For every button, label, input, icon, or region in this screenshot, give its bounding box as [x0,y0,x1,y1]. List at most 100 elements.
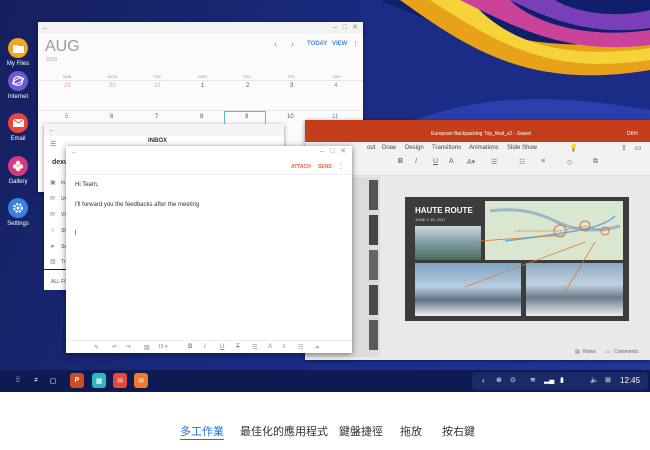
comments-button[interactable]: ▭ [605,349,610,355]
align-icon[interactable]: ☷ [298,344,303,351]
attach-button[interactable]: ATTACH [291,164,311,170]
powerpoint-icon[interactable]: P [70,373,84,388]
view-button[interactable]: VIEW [332,41,347,47]
tab-multitasking[interactable]: 多工作業 [180,423,224,440]
notes-button[interactable]: ▤ [575,349,580,355]
image-icon[interactable]: ▨ [144,344,150,351]
calendar-day[interactable]: 10 [287,114,294,120]
calendar-icon[interactable]: ▦ [92,373,106,388]
more-icon[interactable]: ⋮ [352,40,359,48]
dock-my-files[interactable]: My Files [0,38,36,67]
send-button[interactable]: SEND [318,164,332,170]
share-icon[interactable]: ⇪ [621,144,627,152]
calendar-day[interactable]: 2 [246,83,249,89]
minimize-icon[interactable]: – [320,146,324,158]
dock-gallery[interactable]: Gallery [0,156,36,185]
strikethrough-icon[interactable]: T [236,344,240,350]
chevron-right-icon[interactable]: › [291,39,294,49]
slide-thumbnail[interactable] [369,250,378,280]
more-icon[interactable]: ⋮ [338,163,344,170]
slide-thumbnail[interactable] [369,180,378,210]
calendar-day[interactable]: 8 [200,114,203,120]
wifi-icon[interactable]: ≋ [530,376,536,384]
ribbon-tab-layout[interactable]: out [367,145,375,151]
chevron-left-icon[interactable]: ‹ [482,376,485,385]
highlight-icon[interactable]: A▾ [467,158,475,166]
sound-icon[interactable]: 🔈 [590,376,599,384]
signal-icon[interactable]: ▂▄ [544,376,554,384]
today-button[interactable]: TODAY [307,41,327,47]
undo-icon[interactable]: ↶ [112,344,117,351]
maximize-icon[interactable]: □ [331,146,335,158]
maximize-icon[interactable]: □ [343,22,347,34]
folder-item[interactable]: In [61,180,65,186]
bold-icon[interactable]: B [188,344,192,350]
email-body[interactable]: I'll forward you the feedbacks after the… [75,202,199,208]
slide-thumbnail[interactable] [369,320,378,350]
bullets-icon[interactable]: ☰ [491,158,497,166]
back-arrow-icon[interactable]: ← [42,25,49,32]
font-size-dropdown[interactable]: 10 ▾ [158,344,167,350]
pen-icon[interactable]: ✎ [94,344,99,351]
keyboard-icon[interactable]: ⊞ [605,376,611,384]
list-icon[interactable]: ☰ [252,344,257,351]
arrange-icon[interactable]: ⧉ [593,158,598,166]
ribbon-tab-transitions[interactable]: Transitions [432,145,461,151]
email-icon[interactable]: ✉ [113,373,127,388]
italic-icon[interactable]: I [415,158,417,165]
slide-canvas[interactable]: HAUTE ROUTE JUNE 1-15, 2017 [405,197,629,321]
back-arrow-icon[interactable]: ← [48,127,55,134]
calendar-day[interactable]: 29 [64,83,71,89]
ribbon-tab-draw[interactable]: Draw [382,145,396,151]
minimize-icon[interactable]: – [333,22,337,34]
ribbon-tab-slide-show[interactable]: Slide Show [507,145,537,151]
email-icon[interactable]: ✉ [134,373,148,388]
ribbon-tab-design[interactable]: Design [405,145,424,151]
lightbulb-icon[interactable]: 💡 [569,144,578,152]
italic-icon[interactable]: I [204,344,206,350]
underline-icon[interactable]: U [433,158,438,165]
recent-apps-icon[interactable]: ≠ [30,373,42,388]
shapes-icon[interactable]: ◇ [567,158,572,166]
close-icon[interactable]: ✕ [352,22,358,34]
comments-label[interactable]: Comments [614,349,638,355]
back-arrow-icon[interactable]: ← [71,149,78,156]
slide-thumbnail[interactable] [369,215,378,245]
dock-internet[interactable]: Internet [0,71,36,100]
align-icon[interactable]: ≡ [541,158,545,165]
slide-thumbnail[interactable] [369,285,378,315]
calendar-day[interactable]: 5 [65,114,68,120]
underline-icon[interactable]: U [220,344,224,350]
bold-icon[interactable]: B [398,158,403,165]
email-greeting[interactable]: Hi Team, [75,182,99,188]
redo-icon[interactable]: ↷ [126,344,131,351]
calendar-day[interactable]: 3 [290,83,293,89]
home-icon[interactable]: ▢ [47,373,59,388]
tab-right-click[interactable]: 按右鍵 [442,423,475,439]
indent-icon[interactable]: ⇥ [314,344,319,351]
link-icon[interactable]: ⊛ [496,376,502,384]
calendar-day[interactable]: 9 [245,114,248,120]
battery-icon[interactable]: ▮ [560,376,564,384]
folder-item[interactable]: Tr [61,259,66,265]
ppt-user-initials[interactable]: DKH [627,131,638,137]
chevron-left-icon[interactable]: ‹ [274,39,277,49]
notes-label[interactable]: Notes [583,349,596,355]
ribbon-tab-animations[interactable]: Animations [469,145,499,151]
text-color-icon[interactable]: A [268,344,272,350]
calendar-day[interactable]: 31 [154,83,161,89]
calendar-day[interactable]: 1 [201,83,204,89]
calendar-day[interactable]: 30 [109,83,116,89]
app-grid-icon[interactable]: ⁞⁞ [12,373,24,388]
nfc-icon[interactable]: ⊙ [510,376,516,384]
close-icon[interactable]: ✕ [340,146,346,158]
tab-optimized-apps[interactable]: 最佳化的應用程式 [240,423,328,439]
hamburger-menu-icon[interactable]: ☰ [50,140,56,148]
dock-email[interactable]: Email [0,113,36,142]
tab-drag-and-drop[interactable]: 拖放 [400,423,422,439]
numbering-icon[interactable]: ☷ [519,158,525,166]
bullets-icon[interactable]: ≡ [282,344,286,350]
calendar-day[interactable]: 4 [334,83,337,89]
dock-settings[interactable]: Settings [0,198,36,227]
tab-keyboard-shortcuts[interactable]: 鍵盤捷徑 [339,423,383,439]
